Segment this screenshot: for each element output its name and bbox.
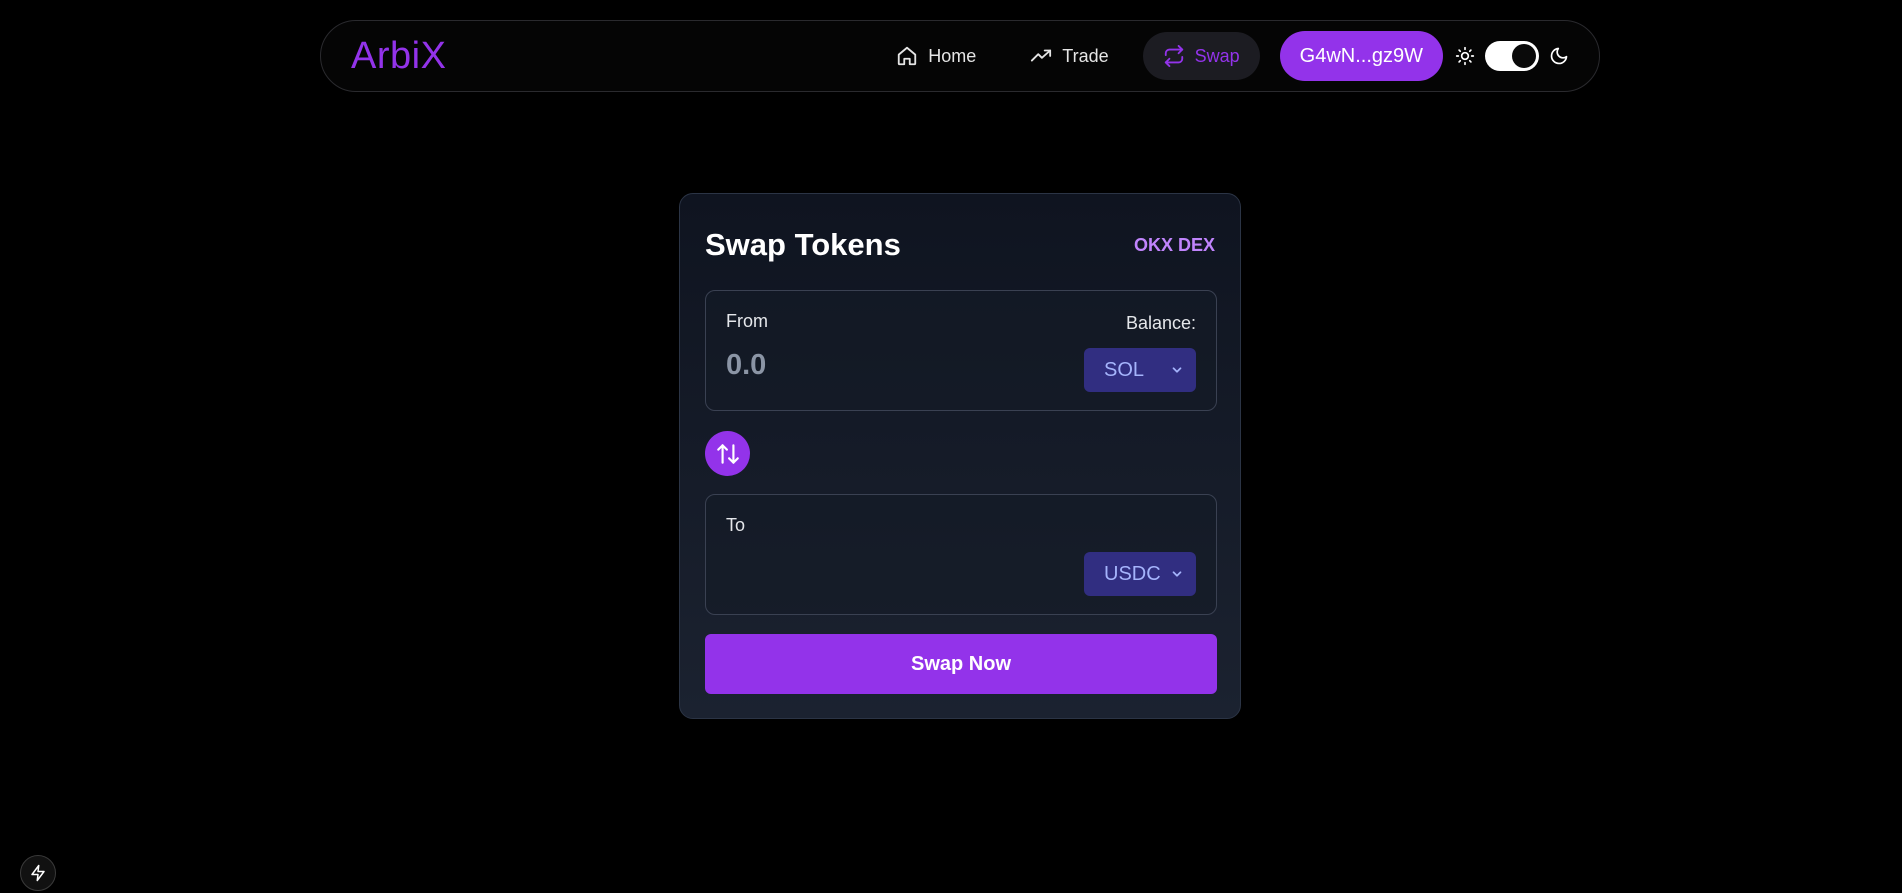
- repeat-icon: [1164, 45, 1183, 67]
- nav-link-home[interactable]: Home: [876, 32, 996, 80]
- arrows-up-down-icon: [716, 443, 739, 464]
- swap-now-button[interactable]: Swap Now: [705, 634, 1217, 694]
- to-label: To: [726, 515, 746, 535]
- switch-tokens-button[interactable]: [705, 431, 750, 476]
- from-token-select[interactable]: SOL: [1084, 348, 1196, 392]
- nav-link-swap-label: Swap: [1194, 45, 1240, 66]
- balance-label: Balance:: [1125, 313, 1196, 333]
- to-token-select[interactable]: USDC: [1084, 552, 1196, 596]
- wallet-address-button[interactable]: G4wN...gz9W: [1279, 31, 1443, 81]
- chevron-down-icon: [1172, 571, 1182, 577]
- home-icon: [898, 46, 917, 66]
- dex-provider-label: OKX DEX: [1133, 234, 1215, 255]
- lightning-bolt-icon: [31, 864, 45, 882]
- from-token-value: SOL: [1104, 358, 1145, 381]
- nav-link-trade[interactable]: Trade: [1010, 32, 1128, 80]
- nav-link-home-label: Home: [928, 45, 977, 66]
- nav-link-swap[interactable]: Swap: [1142, 32, 1260, 80]
- trending-up-icon: [1031, 49, 1052, 62]
- from-amount-input[interactable]: 0.0: [726, 349, 766, 382]
- from-token-box: From Balance: 0.0 SOL: [705, 290, 1217, 411]
- theme-toggle[interactable]: [1485, 41, 1539, 71]
- swap-card-header: Swap Tokens OKX DEX: [705, 194, 1215, 290]
- moon-icon: [1550, 47, 1568, 65]
- top-navbar: ArbiX Home Trade Swap G4wN...gz9W: [320, 20, 1600, 92]
- theme-toggle-knob: [1512, 44, 1536, 68]
- sun-icon: [1455, 46, 1475, 66]
- nav-link-trade-label: Trade: [1062, 45, 1109, 66]
- swap-card: Swap Tokens OKX DEX From Balance: 0.0 SO…: [679, 193, 1241, 719]
- dev-tools-button[interactable]: [20, 855, 56, 891]
- chevron-down-icon: [1172, 367, 1182, 373]
- app-logo[interactable]: ArbiX: [351, 35, 446, 78]
- swap-card-title: Swap Tokens: [705, 227, 901, 262]
- to-token-value: USDC: [1104, 562, 1161, 585]
- theme-toggle-group: [1455, 41, 1569, 71]
- nav-right-group: Home Trade Swap G4wN...gz9W: [876, 31, 1569, 81]
- to-token-box: To USDC: [705, 494, 1217, 615]
